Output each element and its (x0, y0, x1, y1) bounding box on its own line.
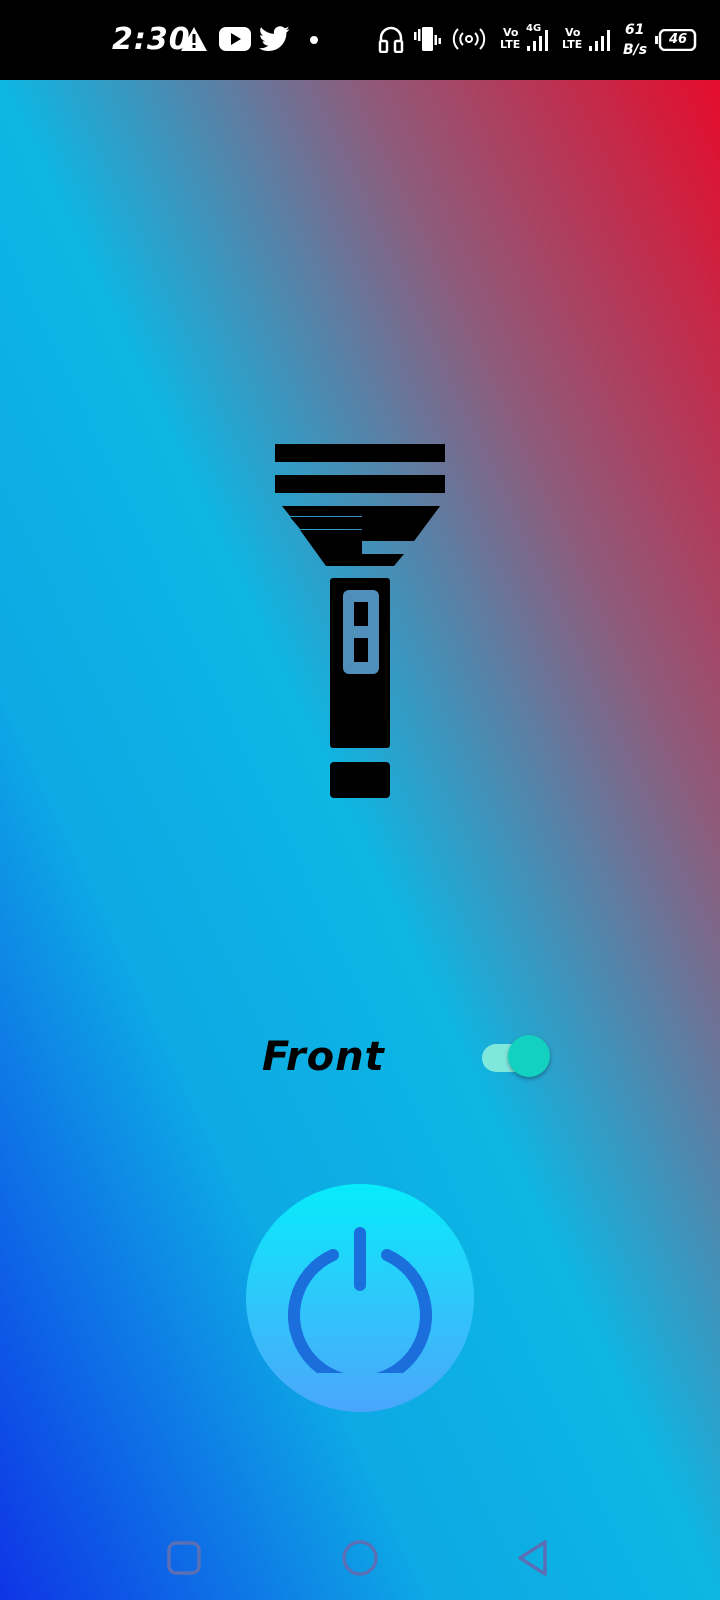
warning-icon (181, 27, 207, 51)
twitter-icon (259, 26, 289, 51)
camera-toggle-row: Front (0, 1032, 720, 1082)
signal-icon (527, 30, 548, 51)
headphones-icon (378, 26, 404, 53)
main-content: Front (0, 80, 720, 1600)
navigation-bar (0, 1520, 720, 1600)
network-speed-value: 61 (625, 22, 645, 38)
youtube-icon (219, 27, 251, 51)
status-bar: 2:30 Vo LTE 4G Vo LTE 61 B/s 46 (0, 0, 720, 80)
lte-label: LTE (562, 38, 583, 51)
recents-icon[interactable] (158, 1532, 210, 1584)
power-icon (288, 1227, 432, 1373)
power-button[interactable] (246, 1184, 474, 1412)
signal-icon (589, 30, 610, 51)
camera-toggle-label: Front (262, 1034, 385, 1080)
home-icon[interactable] (334, 1532, 386, 1584)
camera-toggle-switch[interactable] (482, 1035, 552, 1079)
toggle-thumb (508, 1035, 550, 1077)
vibrate-icon (414, 27, 441, 51)
battery-level: 46 (669, 32, 688, 47)
lte-label: LTE (500, 38, 521, 51)
status-time: 2:30 (112, 22, 191, 57)
hotspot-icon (452, 28, 486, 50)
app-screen: 2:30 Vo LTE 4G Vo LTE 61 B/s 46 Front (0, 0, 720, 1600)
network-speed-unit: B/s (623, 42, 648, 58)
back-icon[interactable] (508, 1532, 560, 1584)
flashlight-icon (275, 444, 445, 798)
dot-icon (310, 36, 318, 44)
